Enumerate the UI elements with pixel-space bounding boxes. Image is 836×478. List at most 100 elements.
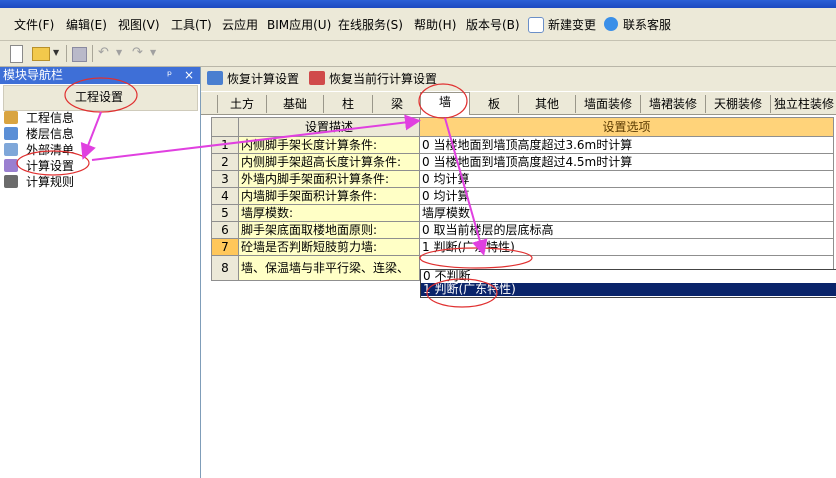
nav-item-external-list[interactable]: 外部清单 xyxy=(4,142,74,158)
row-number: 1 xyxy=(211,136,239,154)
restore-row-icon xyxy=(309,71,325,85)
grid-header: 设置描述 设置选项 xyxy=(211,117,834,137)
option-dropdown-list[interactable]: 0 不判断 1 判断(广东特性) xyxy=(420,269,836,298)
project-info-icon xyxy=(4,111,18,124)
nav-item-floor-info[interactable]: 楼层信息 xyxy=(4,126,74,142)
tab-slab[interactable]: 板 xyxy=(469,95,518,113)
row-option[interactable]: 0 当楼地面到墙顶高度超过4.5m时计算 xyxy=(419,153,834,171)
row-number: 3 xyxy=(211,170,239,188)
row-number: 7 xyxy=(211,238,239,256)
menu-cloud[interactable]: 云应用 xyxy=(220,16,260,34)
row-desc: 墙厚模数: xyxy=(238,204,420,222)
nav-item-calc-settings[interactable]: 计算设置 xyxy=(4,158,74,174)
menu-bar: 文件(F) 编辑(E) 视图(V) 工具(T) 云应用 BIM应用(U) 在线服… xyxy=(0,8,836,41)
desc-header: 设置描述 xyxy=(238,117,420,137)
table-row[interactable]: 1 内侧脚手架长度计算条件: 0 当楼地面到墙顶高度超过3.6m时计算 xyxy=(211,136,834,154)
open-folder-icon[interactable] xyxy=(32,47,50,61)
table-row[interactable]: 4 内墙脚手架面积计算条件: 0 均计算 xyxy=(211,187,834,205)
row-desc: 墙、保温墙与非平行梁、连梁、 xyxy=(238,255,420,281)
row-desc: 内墙脚手架面积计算条件: xyxy=(238,187,420,205)
new-file-icon[interactable] xyxy=(10,45,23,63)
row-number: 8 xyxy=(211,255,239,281)
save-icon[interactable] xyxy=(72,47,87,62)
nav-item-label: 外部清单 xyxy=(26,143,75,157)
table-row[interactable]: 6 脚手架底面取楼地面原则: 0 取当前楼层的层底标高 xyxy=(211,221,834,239)
row-desc: 内侧脚手架长度计算条件: xyxy=(238,136,420,154)
close-icon[interactable]: × xyxy=(184,67,194,84)
row-option[interactable]: 1 判断(广东特性) xyxy=(419,238,834,256)
row-number: 6 xyxy=(211,221,239,239)
row-option[interactable]: 墙厚模数 xyxy=(419,204,834,222)
redo-dropdown-icon[interactable]: ▼ xyxy=(150,45,158,61)
row-option[interactable]: 0 均计算 xyxy=(419,187,834,205)
tab-beam[interactable]: 梁 xyxy=(372,95,421,113)
row-option[interactable]: 0 当楼地面到墙顶高度超过3.6m时计算 xyxy=(419,136,834,154)
restore-calc-settings-button[interactable]: 恢复计算设置 xyxy=(207,71,299,87)
tab-strip: 土方 基础 柱 梁 墙 板 其他 墙面装修 墙裙装修 天棚装修 独立柱装修 xyxy=(201,92,836,115)
nav-item-label: 计算设置 xyxy=(26,159,75,173)
row-number-header xyxy=(211,117,239,137)
nav-item-calc-rules[interactable]: 计算规则 xyxy=(4,174,74,190)
restore-current-row-button[interactable]: 恢复当前行计算设置 xyxy=(309,71,437,87)
row-desc: 内侧脚手架超高长度计算条件: xyxy=(238,153,420,171)
tab-dado-finish[interactable]: 墙裙装修 xyxy=(640,95,705,113)
settings-grid: 设置描述 设置选项 1 内侧脚手架长度计算条件: 0 当楼地面到墙顶高度超过3.… xyxy=(211,117,836,281)
table-row[interactable]: 3 外墙内脚手架面积计算条件: 0 均计算 xyxy=(211,170,834,188)
menu-edit[interactable]: 编辑(E) xyxy=(64,16,109,34)
pin-icon[interactable]: ᵖ xyxy=(167,67,172,84)
customer-service-icon xyxy=(604,17,618,31)
table-row[interactable]: 5 墙厚模数: 墙厚模数 xyxy=(211,204,834,222)
menu-new-change[interactable]: 新建变更 xyxy=(546,16,598,34)
undo-dropdown-icon[interactable]: ▼ xyxy=(116,45,124,61)
new-change-icon xyxy=(528,17,544,33)
tab-wall-finish[interactable]: 墙面装修 xyxy=(575,95,640,113)
restore-icon xyxy=(207,71,223,85)
row-desc: 砼墙是否判断短肢剪力墙: xyxy=(238,238,420,256)
row-number: 5 xyxy=(211,204,239,222)
menu-help[interactable]: 帮助(H) xyxy=(412,16,458,34)
tab-column[interactable]: 柱 xyxy=(323,95,372,113)
nav-header: 模块导航栏 ᵖ × xyxy=(0,67,200,84)
project-settings-label: 工程设置 xyxy=(75,90,124,104)
nav-title: 模块导航栏 xyxy=(3,68,64,82)
row-number: 2 xyxy=(211,153,239,171)
nav-item-project-info[interactable]: 工程信息 xyxy=(4,110,74,126)
undo-icon[interactable]: ↶ xyxy=(98,45,114,61)
toolbar-separator xyxy=(92,45,93,62)
row-desc: 脚手架底面取楼地面原则: xyxy=(238,221,420,239)
menu-view[interactable]: 视图(V) xyxy=(116,16,162,34)
option-header: 设置选项 xyxy=(419,117,834,137)
tab-foundation[interactable]: 基础 xyxy=(266,95,323,113)
menu-bim[interactable]: BIM应用(U) xyxy=(265,16,333,34)
row-number: 4 xyxy=(211,187,239,205)
toolbar: ▼ ↶ ▼ ↷ ▼ xyxy=(0,41,836,67)
nav-item-label: 计算规则 xyxy=(26,175,75,189)
table-row[interactable]: 2 内侧脚手架超高长度计算条件: 0 当楼地面到墙顶高度超过4.5m时计算 xyxy=(211,153,834,171)
tab-ceiling-finish[interactable]: 天棚装修 xyxy=(705,95,770,113)
menu-file[interactable]: 文件(F) xyxy=(12,16,56,34)
nav-item-label: 楼层信息 xyxy=(26,127,75,141)
redo-icon[interactable]: ↷ xyxy=(132,45,148,61)
table-row-selected[interactable]: 7 砼墙是否判断短肢剪力墙: 1 判断(广东特性) xyxy=(211,238,834,256)
tab-earthwork[interactable]: 土方 xyxy=(217,95,266,113)
action-bar: 恢复计算设置 恢复当前行计算设置 xyxy=(201,67,836,91)
tab-other[interactable]: 其他 xyxy=(518,95,575,113)
restore-calc-label: 恢复计算设置 xyxy=(227,72,300,86)
row-option[interactable]: 0 取当前楼层的层底标高 xyxy=(419,221,834,239)
dropdown-option-judge-guangdong[interactable]: 1 判断(广东特性) xyxy=(421,283,836,296)
row-option[interactable]: 0 均计算 xyxy=(419,170,834,188)
tab-column-finish[interactable]: 独立柱装修 xyxy=(770,95,836,113)
title-bar xyxy=(0,0,836,8)
floor-info-icon xyxy=(4,127,18,140)
restore-current-label: 恢复当前行计算设置 xyxy=(329,72,438,86)
nav-item-label: 工程信息 xyxy=(26,111,75,125)
menu-version[interactable]: 版本号(B) xyxy=(464,16,522,34)
dropdown-arrow-icon[interactable]: ▼ xyxy=(53,45,61,61)
menu-tools[interactable]: 工具(T) xyxy=(169,16,214,34)
toolbar-separator xyxy=(66,45,67,62)
menu-online[interactable]: 在线服务(S) xyxy=(336,16,405,34)
calc-rules-icon xyxy=(4,175,18,188)
module-nav-panel: 模块导航栏 ᵖ × 工程设置 工程信息 楼层信息 外部清单 计算设置 计算规则 xyxy=(0,67,201,478)
menu-contact[interactable]: 联系客服 xyxy=(621,16,673,34)
tab-wall[interactable]: 墙 xyxy=(420,92,470,115)
